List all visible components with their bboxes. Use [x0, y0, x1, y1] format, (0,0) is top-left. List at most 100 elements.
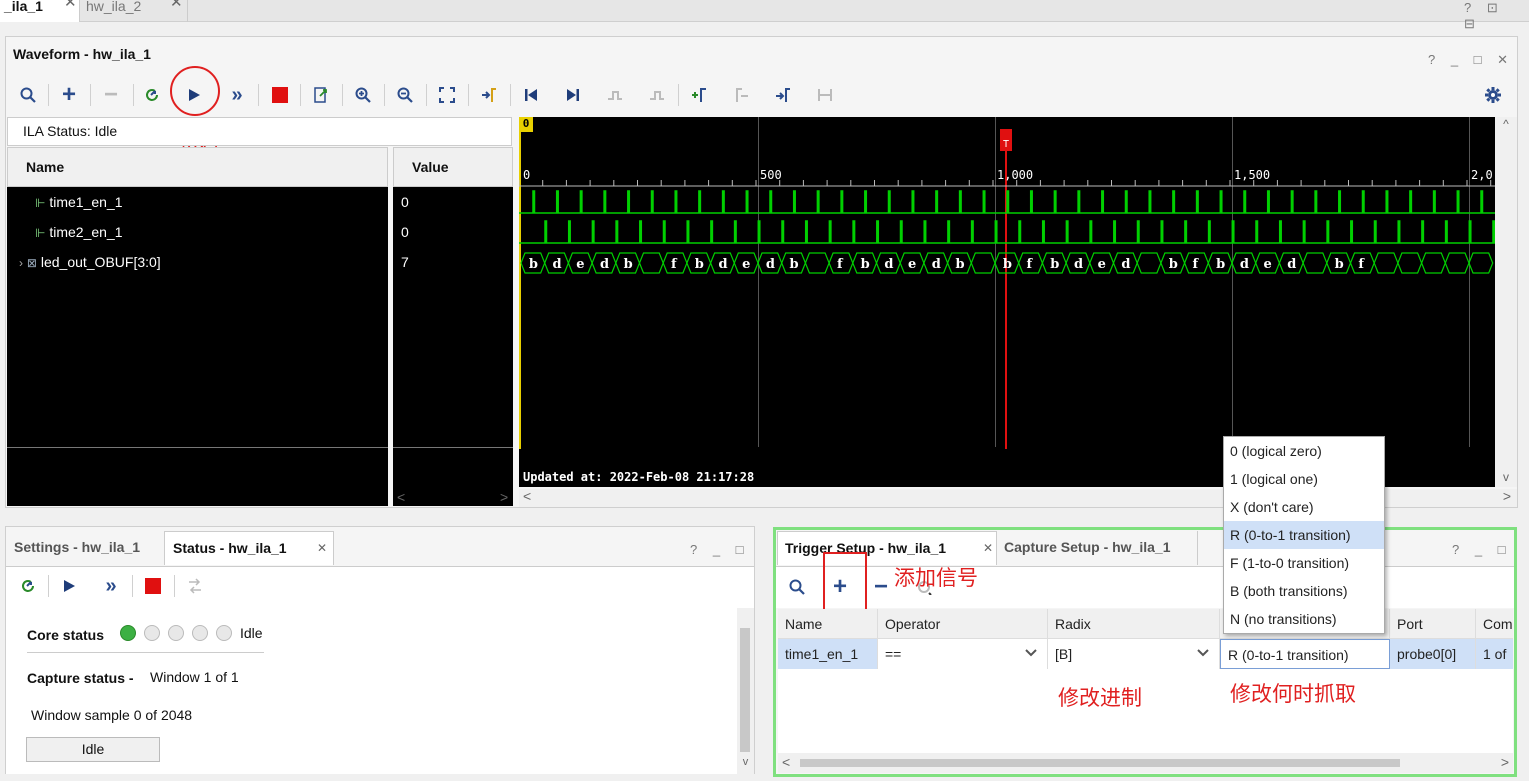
signal-value: 0 — [401, 224, 409, 240]
column-header-comparator[interactable]: Com — [1476, 609, 1513, 638]
bus-value-label: b — [1169, 257, 1178, 272]
run-immediate-icon[interactable]: » — [99, 574, 123, 598]
scroll-right-icon[interactable]: > — [500, 489, 508, 505]
previous-transition-icon[interactable] — [603, 83, 627, 107]
window-controls[interactable]: ? ⊡ ⊟ — [1464, 0, 1529, 32]
column-header-port[interactable]: Port — [1390, 609, 1476, 638]
swap-cursors-icon[interactable] — [813, 83, 837, 107]
list-item[interactable]: ⊩ time1_en_1 — [35, 194, 123, 210]
dropdown-option[interactable]: X (don't care) — [1224, 493, 1384, 521]
zoom-fit-icon[interactable] — [435, 83, 459, 107]
auto-trigger-icon[interactable] — [16, 574, 40, 598]
column-header-radix[interactable]: Radix — [1048, 609, 1220, 638]
tab-settings[interactable]: Settings - hw_ila_1 — [6, 531, 158, 565]
bus-segment — [1302, 252, 1328, 274]
tab-trigger-setup[interactable]: Trigger Setup - hw_ila_1 ✕ — [777, 531, 997, 565]
list-item[interactable]: ⊩ time2_en_1 — [35, 224, 123, 240]
next-transition-icon[interactable] — [645, 83, 669, 107]
radix-select[interactable]: [B] — [1048, 639, 1220, 669]
idle-button[interactable]: Idle — [26, 737, 160, 762]
bus-segment — [1136, 252, 1162, 274]
search-icon[interactable] — [785, 575, 809, 599]
list-item[interactable]: › ⊠ led_out_OBUF[3:0] — [19, 254, 161, 270]
dropdown-option[interactable]: F (1-to-0 transition) — [1224, 549, 1384, 577]
stop-icon[interactable] — [141, 574, 165, 598]
trigger-value-dropdown: 0 (logical zero) 1 (logical one) X (don'… — [1223, 436, 1385, 634]
close-icon[interactable]: ✕ — [64, 0, 77, 10]
bus-value-label: d — [718, 257, 727, 272]
time1-en-trace — [519, 190, 1495, 214]
dropdown-option[interactable]: N (no transitions) — [1224, 605, 1384, 633]
bit-signal-icon: ⊩ — [35, 196, 46, 210]
horizontal-scrollbar[interactable]: < > — [778, 753, 1513, 773]
bus-value-label: e — [742, 257, 750, 272]
scroll-left-icon[interactable]: < — [397, 489, 405, 505]
panel-controls[interactable]: ? _ □ ✕ — [1428, 52, 1514, 68]
close-icon[interactable]: ✕ — [983, 532, 993, 564]
table-row[interactable]: time1_en_1 == [B] R (0-to-1 transition) … — [778, 639, 1513, 669]
next-marker-icon[interactable] — [771, 83, 795, 107]
tab-capture-setup[interactable]: Capture Setup - hw_ila_1 — [998, 531, 1198, 565]
tick-label: 0 — [523, 168, 530, 182]
tab-hw-ila-1[interactable]: _ila_1 ✕ — [0, 0, 80, 22]
tab-status[interactable]: Status - hw_ila_1 ✕ — [164, 531, 334, 565]
bus-value-label: d — [884, 257, 893, 272]
value-select[interactable]: R (0-to-1 transition) — [1220, 639, 1390, 669]
export-icon[interactable] — [309, 83, 333, 107]
auto-trigger-icon[interactable] — [140, 83, 164, 107]
remove-icon[interactable]: − — [99, 81, 123, 108]
column-header-name[interactable]: Name — [778, 609, 878, 638]
bus-signal-icon: ⊠ — [26, 256, 37, 270]
zoom-in-icon[interactable] — [351, 83, 375, 107]
go-to-end-icon[interactable] — [561, 83, 585, 107]
previous-marker-icon[interactable] — [729, 83, 753, 107]
search-icon[interactable] — [16, 83, 40, 107]
panel-title: Waveform - hw_ila_1 — [13, 46, 151, 62]
zoom-out-icon[interactable] — [393, 83, 417, 107]
bus-value-label: b — [861, 257, 870, 272]
close-icon[interactable]: ✕ — [317, 532, 327, 564]
vertical-scrollbar[interactable]: ^ v — [1495, 117, 1517, 487]
close-icon[interactable]: ✕ — [170, 0, 183, 10]
go-to-start-icon[interactable] — [519, 83, 543, 107]
add-highlight-box — [823, 552, 867, 616]
stop-icon[interactable] — [268, 83, 292, 107]
gear-icon[interactable] — [1481, 83, 1505, 107]
run-highlight-circle — [170, 66, 220, 116]
add-icon[interactable]: + — [57, 81, 81, 108]
dropdown-option[interactable]: 0 (logical zero) — [1224, 437, 1384, 465]
tick-label: 2,0 — [1471, 168, 1493, 182]
bus-value-label: e — [1264, 257, 1272, 272]
go-to-cursor-icon[interactable] — [477, 83, 501, 107]
swap-icon[interactable] — [183, 574, 207, 598]
vertical-scrollbar[interactable]: v — [737, 608, 754, 774]
add-marker-icon[interactable] — [687, 83, 711, 107]
status-toolbar: » — [6, 566, 754, 608]
expand-chevron-icon[interactable]: › — [19, 256, 23, 270]
tab-hw-ila-2[interactable]: hw_ila_2 ✕ — [82, 0, 188, 22]
trigger-table-header: Name Operator Radix Port Com — [778, 609, 1513, 639]
column-header-operator[interactable]: Operator — [878, 609, 1048, 638]
signal-name-list: ⊩ time1_en_1 ⊩ time2_en_1 › ⊠ led_out_OB… — [7, 187, 388, 506]
dropdown-option[interactable]: B (both transitions) — [1224, 577, 1384, 605]
chevron-down-icon — [1197, 649, 1209, 657]
bus-value-label: b — [1216, 257, 1225, 272]
waveform-canvas[interactable]: 0 T 0 500 1,000 1,500 2,0 bdedbfbdedbfbd… — [519, 117, 1495, 487]
tab-label: _ila_1 — [4, 0, 43, 14]
run-trigger-icon[interactable] — [57, 574, 81, 598]
panel-controls[interactable]: ? _ □ — [690, 542, 750, 557]
bus-value-label: e — [1098, 257, 1106, 272]
remove-probe-icon[interactable]: − — [869, 573, 893, 600]
status-led-active — [120, 625, 136, 641]
bus-value-label: d — [1074, 257, 1083, 272]
bus-value-label: f — [1027, 257, 1034, 272]
updated-timestamp: Updated at: 2022-Feb-08 21:17:28 — [523, 470, 755, 484]
run-immediate-icon[interactable]: » — [225, 83, 249, 107]
dropdown-option-selected[interactable]: R (0-to-1 transition) — [1224, 521, 1384, 549]
dropdown-option[interactable]: 1 (logical one) — [1224, 465, 1384, 493]
column-header-name[interactable]: Name — [7, 147, 388, 187]
panel-controls[interactable]: ? _ □ — [1452, 542, 1512, 557]
operator-select[interactable]: == — [878, 639, 1048, 669]
annotation-radix: 修改进制 — [1058, 687, 1142, 710]
column-header-value[interactable]: Value — [393, 147, 513, 187]
